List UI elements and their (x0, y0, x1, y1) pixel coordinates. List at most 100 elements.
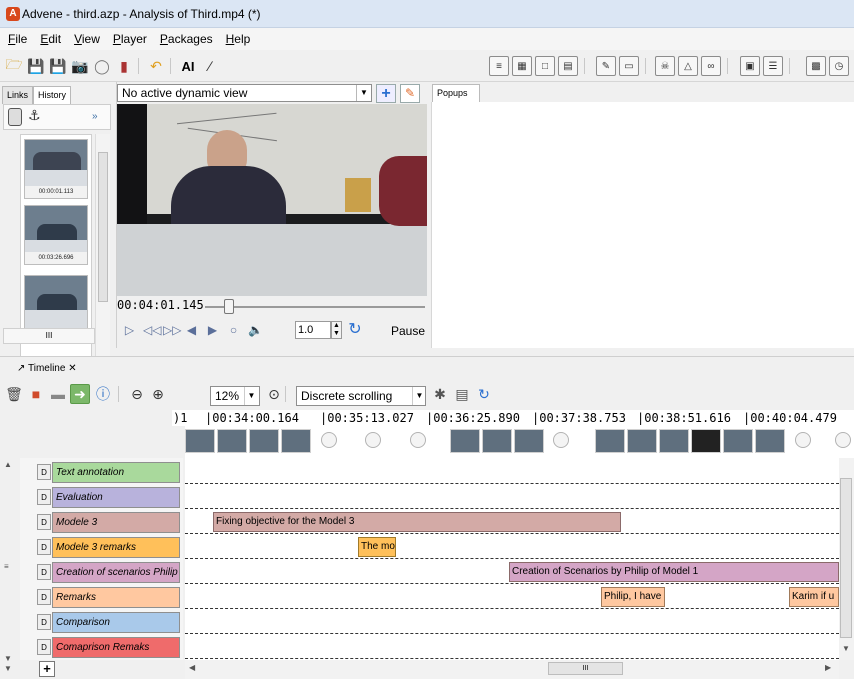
chevron-down-icon[interactable]: ▼ (4, 664, 12, 673)
more-arrow[interactable]: » (92, 111, 98, 122)
pause-label[interactable]: Pause (391, 324, 425, 338)
save-as-icon[interactable]: 💾 (48, 56, 68, 76)
sync-icon[interactable]: ➜ (70, 384, 90, 404)
anchor-icon[interactable]: ⚓ (28, 107, 41, 124)
snapshot-thumbnail[interactable] (217, 429, 247, 453)
track-label-evaluation[interactable]: Evaluation (52, 487, 180, 508)
video-player[interactable] (117, 104, 427, 296)
transcription-icon[interactable]: □ (535, 56, 555, 76)
loop-icon[interactable]: ∞ (701, 56, 721, 76)
next-frame-icon[interactable]: ▶ (205, 323, 220, 338)
annotation-fixing-objective[interactable]: Fixing objective for the Model 3 (213, 512, 621, 532)
track-label-comparison-remarks[interactable]: Comaprison Remaks (52, 637, 180, 658)
settings-icon[interactable]: ✱ (430, 384, 450, 404)
history-item[interactable] (24, 275, 88, 335)
open-media-icon[interactable]: 📷 (70, 56, 90, 76)
list-view-icon[interactable]: ☰ (763, 56, 783, 76)
layout-icon[interactable]: ▬ (48, 384, 68, 404)
history-item[interactable]: 00:00:01.113 (24, 139, 88, 199)
snapshot-thumbnail[interactable] (723, 429, 753, 453)
track-label-creation-of-scenarios[interactable]: Creation of scenarios Philip (52, 562, 180, 583)
history-vscroll-thumb[interactable] (98, 152, 108, 302)
scroll-mode-select[interactable]: Discrete scrolling (296, 386, 426, 406)
snapshot-thumbnail[interactable] (691, 429, 721, 453)
menu-player[interactable]: Player (113, 32, 147, 46)
info-icon[interactable]: ⓘ (93, 384, 113, 404)
history-item[interactable]: 00:03:26.696 (24, 205, 88, 265)
annotation-the-mo[interactable]: The mo (358, 537, 396, 557)
add-track-button[interactable]: + (39, 661, 55, 677)
volume-icon[interactable]: 🔈 (248, 323, 263, 338)
snapshot-thumbnail[interactable] (281, 429, 311, 453)
menu-view[interactable]: View (74, 32, 100, 46)
chevron-down-icon[interactable]: ▼ (4, 654, 12, 663)
snapshot-thumbnail[interactable] (482, 429, 512, 453)
record-icon[interactable]: ◯ (92, 56, 112, 76)
refresh-icon[interactable]: ↻ (474, 384, 494, 404)
zoom-out-icon[interactable]: ⊖ (127, 384, 147, 404)
dynamic-view-select[interactable]: No active dynamic view (117, 84, 372, 102)
edit-view-button[interactable]: ✎ (400, 84, 420, 103)
save-icon[interactable]: 💾 (26, 56, 46, 76)
timeline-canvas[interactable]: Fixing objective for the Model 3 The mo … (185, 458, 839, 660)
rate-spinner[interactable]: ▲ ▼ (331, 321, 342, 339)
chevron-down-icon[interactable]: ▼ (412, 387, 426, 405)
chevron-up-icon[interactable]: ▲ (4, 460, 12, 469)
zoom-fit-icon[interactable]: ⊙ (264, 384, 284, 404)
trash-icon[interactable]: 🗑 (4, 384, 24, 404)
tab-links[interactable]: Links (2, 86, 34, 104)
fullscreen-icon[interactable]: ○ (226, 323, 241, 338)
timeline-hscroll[interactable]: ◀ ▶ (185, 660, 839, 679)
color-palette-icon[interactable]: ■ (26, 384, 46, 404)
chevron-down-icon[interactable]: ▼ (244, 387, 258, 405)
track-label-remarks[interactable]: Remarks (52, 587, 180, 608)
chevron-down-icon[interactable]: ▼ (356, 85, 371, 101)
track-label-modele-3-remarks[interactable]: Modele 3 remarks (52, 537, 180, 558)
snapshot-thumbnail[interactable] (595, 429, 625, 453)
track-visibility-button[interactable]: D (37, 464, 51, 480)
close-icon[interactable]: ✕ (68, 363, 76, 374)
timeline-hscroll-thumb[interactable]: III (548, 662, 623, 675)
track-visibility-button[interactable]: D (37, 589, 51, 605)
scale-icon[interactable]: △ (678, 56, 698, 76)
menu-edit[interactable]: Edit (40, 32, 61, 46)
track-visibility-button[interactable]: D (37, 539, 51, 555)
track-visibility-button[interactable]: D (37, 489, 51, 505)
annotation-philip-remark[interactable]: Philip, I have (601, 587, 665, 607)
chevron-left-icon[interactable]: ◀ (189, 663, 195, 672)
editor-icon[interactable]: ▩ (806, 56, 826, 76)
play-icon[interactable]: ▷ (122, 323, 137, 338)
track-scroll-gutter[interactable]: ▲ ≡ ▼ (0, 458, 20, 663)
snapshot-thumbnail[interactable] (659, 429, 689, 453)
track-visibility-button[interactable]: D (37, 514, 51, 530)
annotation-creation-of-scenarios[interactable]: Creation of Scenarios by Philip of Model… (509, 562, 839, 582)
position-slider-handle[interactable] (224, 299, 234, 314)
tab-timeline[interactable]: ↗ Timeline ✕ (14, 359, 80, 379)
chevron-right-icon[interactable]: ▶ (825, 663, 831, 672)
track-visibility-button[interactable]: D (37, 564, 51, 580)
menu-packages[interactable]: Packages (160, 32, 213, 46)
snapshot-thumbnail[interactable] (627, 429, 657, 453)
browser-view-icon[interactable]: ▤ (558, 56, 578, 76)
snapshot-thumbnail[interactable] (450, 429, 480, 453)
snapshot-thumbnail[interactable] (755, 429, 785, 453)
book-icon[interactable]: ▭ (619, 56, 639, 76)
detach-icon[interactable]: ↗ (17, 363, 25, 374)
track-label-modele-3[interactable]: Modele 3 (52, 512, 180, 533)
snapshot-thumbnail[interactable] (249, 429, 279, 453)
montage-icon[interactable]: ☠ (655, 56, 675, 76)
notes-icon[interactable]: ▤ (452, 384, 472, 404)
ai-button[interactable]: AI (178, 56, 198, 76)
timeline-vscroll-thumb[interactable] (840, 478, 852, 638)
history-hscroll[interactable]: III (3, 328, 95, 344)
import-icon[interactable]: ▮ (114, 56, 134, 76)
tree-view-icon[interactable]: ≡ (489, 56, 509, 76)
time-ruler[interactable]: )1 |00:34:00.164 |00:35:13.027 |00:36:25… (172, 410, 854, 426)
track-label-text-annotation[interactable]: Text annotation (52, 462, 180, 483)
track-label-comparison[interactable]: Comparison (52, 612, 180, 633)
track-visibility-button[interactable]: D (37, 639, 51, 655)
annotation-karim-remark[interactable]: Karim if u (789, 587, 839, 607)
trash-icon[interactable] (8, 108, 22, 126)
menu-help[interactable]: Help (226, 32, 251, 46)
clock-icon[interactable]: ◷ (829, 56, 849, 76)
